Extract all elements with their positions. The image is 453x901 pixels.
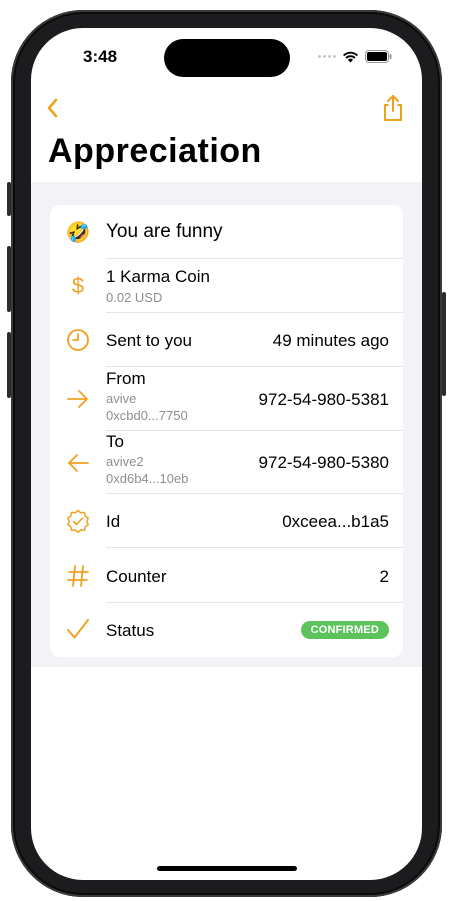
counter-label: Counter	[106, 567, 167, 586]
status-icons	[318, 50, 392, 63]
from-row[interactable]: From avive 0xcbd0...7750 972-54-980-5381	[50, 367, 403, 431]
emoji-icon: 🤣	[65, 221, 91, 244]
dynamic-island	[164, 39, 290, 77]
status-time: 3:48	[83, 47, 118, 66]
sent-label: Sent to you	[106, 331, 193, 350]
chevron-left-icon[interactable]	[43, 96, 67, 120]
from-address: 0xcbd0...7750	[106, 408, 188, 423]
to-label: To	[106, 432, 124, 451]
to-phone: 972-54-980-5380	[258, 453, 389, 472]
sent-time: 49 minutes ago	[272, 331, 389, 350]
device-button	[7, 182, 11, 216]
status-row: Status CONFIRMED	[50, 603, 403, 657]
hash-icon	[67, 565, 89, 587]
id-label: Id	[106, 512, 121, 531]
status-badge: CONFIRMED	[300, 621, 389, 639]
device-button	[7, 246, 11, 312]
id-row[interactable]: Id 0xceea...b1a5	[50, 494, 403, 548]
amount-label: 1 Karma Coin	[106, 267, 210, 286]
to-name: avive2	[106, 454, 144, 469]
checkmark-icon	[67, 619, 89, 639]
verified-badge-icon	[67, 509, 89, 533]
to-address: 0xd6b4...10eb	[106, 471, 189, 486]
id-value: 0xceea...b1a5	[282, 512, 389, 531]
screen: 3:48 Appreciation 🤣 You are funny $ 1 Ka…	[31, 28, 422, 880]
signal-icon	[318, 55, 336, 58]
counter-value: 2	[379, 567, 389, 586]
arrow-left-icon	[68, 454, 89, 472]
to-row[interactable]: To avive2 0xd6b4...10eb 972-54-980-5380	[50, 431, 403, 494]
device-button	[442, 292, 446, 396]
from-phone: 972-54-980-5381	[258, 390, 389, 409]
device-button	[7, 332, 11, 398]
dollar-icon: $	[71, 273, 85, 298]
battery-icon	[365, 50, 392, 63]
status-label: Status	[106, 621, 155, 640]
arrow-right-icon	[67, 390, 88, 408]
page-title: Appreciation	[48, 132, 262, 170]
share-icon[interactable]	[380, 94, 406, 122]
home-indicator[interactable]	[157, 866, 297, 871]
from-name: avive	[106, 391, 137, 406]
appreciation-card: 🤣 You are funny $ 1 Karma Coin 0.02 USD …	[50, 205, 403, 657]
sent-row: Sent to you 49 minutes ago	[50, 313, 403, 367]
wifi-icon	[343, 51, 358, 62]
detail-section: 🤣 You are funny $ 1 Karma Coin 0.02 USD …	[31, 182, 422, 667]
from-label: From	[106, 369, 146, 388]
amount-row: $ 1 Karma Coin 0.02 USD	[50, 259, 403, 313]
clock-icon	[67, 329, 89, 351]
amount-usd: 0.02 USD	[106, 290, 163, 305]
counter-row: Counter 2	[50, 548, 403, 603]
message-text: You are funny	[106, 221, 223, 242]
message-row: 🤣 You are funny	[50, 205, 403, 259]
